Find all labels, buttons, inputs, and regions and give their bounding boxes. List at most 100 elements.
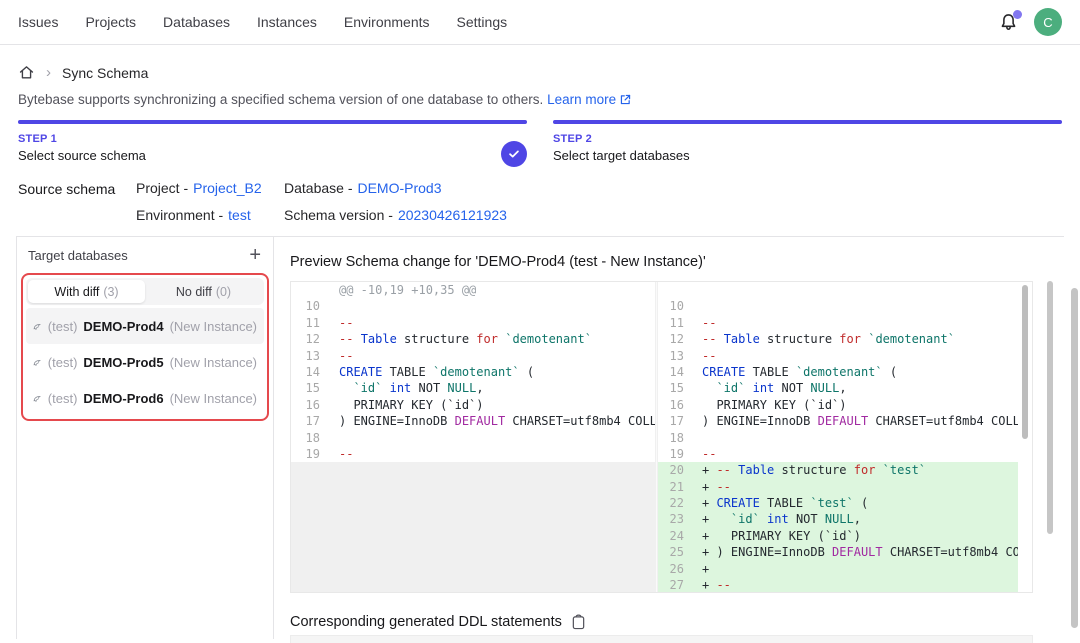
project-link[interactable]: Project_B2 <box>193 180 261 196</box>
diff-editor[interactable]: @@ -10,19 +10,35 @@1011--12-- Table stru… <box>290 281 1033 593</box>
diff-line-added: 24+ PRIMARY KEY (`id`) <box>658 528 1032 544</box>
diff-line: 19-- <box>658 446 1032 462</box>
ddl-statements-title: Corresponding generated DDL statements <box>290 614 562 630</box>
database-link[interactable]: DEMO-Prod3 <box>357 180 441 196</box>
field-schema-version-label: Schema version - <box>284 207 393 223</box>
diff-line-added: 21+ -- <box>658 479 1032 495</box>
mysql-icon <box>33 320 42 333</box>
diff-line-added: 20+ -- Table structure for `test` <box>658 462 1032 478</box>
line-number: 12 <box>658 331 692 347</box>
schema-version-link[interactable]: 20230426121923 <box>398 207 507 223</box>
db-name-label: DEMO-Prod4 <box>83 319 163 334</box>
diff-empty-filler <box>291 462 655 592</box>
field-project: Project - Project_B2 <box>136 180 284 196</box>
nav-item-issues[interactable]: Issues <box>18 14 58 30</box>
line-number: 23 <box>658 511 692 527</box>
db-item-demo-prod6[interactable]: (test) DEMO-Prod6 (New Instance) <box>26 380 264 416</box>
line-number: 19 <box>658 446 692 462</box>
tab-no-diff-label: No diff <box>176 285 212 299</box>
field-schema-version: Schema version - 20230426121923 <box>284 207 507 223</box>
line-number: 12 <box>291 331 329 347</box>
line-number: 20 <box>658 462 692 478</box>
diff-line: 14CREATE TABLE `demotenant` ( <box>291 364 655 380</box>
line-code <box>692 282 1032 298</box>
db-env-label: (test) <box>48 355 78 370</box>
db-suffix-label: (New Instance) <box>170 391 257 406</box>
home-icon[interactable] <box>18 64 35 81</box>
diff-line: 12-- Table structure for `demotenant` <box>291 331 655 347</box>
diff-line-added: 23+ `id` int NOT NULL, <box>658 511 1032 527</box>
target-databases-highlight-box: With diff (3) No diff (0) (test) DEMO-Pr… <box>21 273 269 421</box>
preview-panel-scrollbar[interactable] <box>1047 281 1053 534</box>
step-2-label: STEP 2 <box>553 133 1062 145</box>
nav-item-environments[interactable]: Environments <box>344 14 430 30</box>
notification-bell-icon[interactable] <box>998 12 1019 33</box>
diff-line: 17) ENGINE=InnoDB DEFAULT CHARSET=utf8mb… <box>291 413 655 429</box>
line-number: 17 <box>291 413 329 429</box>
field-database-label: Database - <box>284 180 352 196</box>
line-number: 15 <box>658 380 692 396</box>
db-item-demo-prod5[interactable]: (test) DEMO-Prod5 (New Instance) <box>26 344 264 380</box>
line-code: CREATE TABLE `demotenant` ( <box>692 364 1032 380</box>
diff-editor-modified-pane[interactable]: 1011--12-- Table structure for `demotena… <box>658 282 1032 592</box>
diff-line: 19-- <box>291 446 655 462</box>
line-number: 10 <box>291 298 329 314</box>
line-number: 26 <box>658 561 692 577</box>
editor-scrollbar-track <box>1018 282 1032 592</box>
breadcrumb-current: Sync Schema <box>62 65 148 81</box>
step-1-label: STEP 1 <box>18 133 527 145</box>
line-number: 22 <box>658 495 692 511</box>
learn-more-link[interactable]: Learn more <box>547 92 632 107</box>
notification-dot <box>1013 10 1022 19</box>
diff-editor-original-pane[interactable]: @@ -10,19 +10,35 @@1011--12-- Table stru… <box>291 282 655 592</box>
line-code: PRIMARY KEY (`id`) <box>692 397 1032 413</box>
copy-ddl-icon[interactable] <box>571 614 586 630</box>
line-code: + CREATE TABLE `test` ( <box>692 495 1032 511</box>
nav-item-databases[interactable]: Databases <box>163 14 230 30</box>
diff-line: 15 `id` int NOT NULL, <box>291 380 655 396</box>
line-code: -- <box>692 446 1032 462</box>
tab-no-diff[interactable]: No diff (0) <box>145 280 262 303</box>
tab-with-diff[interactable]: With diff (3) <box>28 280 145 303</box>
nav-item-instances[interactable]: Instances <box>257 14 317 30</box>
diff-line: 12-- Table structure for `demotenant` <box>658 331 1032 347</box>
target-database-list: (test) DEMO-Prod4 (New Instance) (test) … <box>26 308 264 416</box>
line-number: 14 <box>658 364 692 380</box>
breadcrumb: › Sync Schema <box>0 45 1080 81</box>
step-indicator: STEP 1 Select source schema STEP 2 Selec… <box>0 107 1080 163</box>
line-number: 19 <box>291 446 329 462</box>
intro-text: Bytebase supports synchronizing a specif… <box>0 81 1080 107</box>
step-1-check-icon <box>501 141 527 167</box>
ddl-editor-top-edge <box>290 635 1033 643</box>
db-item-demo-prod4[interactable]: (test) DEMO-Prod4 (New Instance) <box>26 308 264 344</box>
line-number <box>658 282 692 298</box>
line-code: `id` int NOT NULL, <box>329 380 655 396</box>
environment-link[interactable]: test <box>228 207 251 223</box>
line-number: 24 <box>658 528 692 544</box>
nav-item-projects[interactable]: Projects <box>85 14 136 30</box>
db-env-label: (test) <box>48 391 78 406</box>
line-code <box>329 430 655 446</box>
nav-items: Issues Projects Databases Instances Envi… <box>18 14 507 30</box>
diff-line: 13-- <box>291 348 655 364</box>
field-project-label: Project - <box>136 180 188 196</box>
line-number: 15 <box>291 380 329 396</box>
step-1-progress-bar <box>18 120 527 124</box>
line-number: 16 <box>658 397 692 413</box>
line-code: -- Table structure for `demotenant` <box>692 331 1032 347</box>
line-number: 25 <box>658 544 692 560</box>
main-content: Target databases + With diff (3) No diff… <box>16 236 1064 639</box>
user-avatar[interactable]: C <box>1034 8 1062 36</box>
add-target-database-button[interactable]: + <box>249 245 261 265</box>
diff-line: 14CREATE TABLE `demotenant` ( <box>658 364 1032 380</box>
preview-title: Preview Schema change for 'DEMO-Prod4 (t… <box>275 237 1064 270</box>
nav-item-settings[interactable]: Settings <box>457 14 508 30</box>
editor-scrollbar-thumb[interactable] <box>1022 285 1028 439</box>
line-number: 13 <box>658 348 692 364</box>
tab-no-diff-count: (0) <box>216 285 231 299</box>
page-scrollbar-thumb[interactable] <box>1071 288 1078 628</box>
line-code: + -- Table structure for `test` <box>692 462 1032 478</box>
line-code: -- <box>329 315 655 331</box>
line-number: 11 <box>658 315 692 331</box>
line-code: + `id` int NOT NULL, <box>692 511 1032 527</box>
